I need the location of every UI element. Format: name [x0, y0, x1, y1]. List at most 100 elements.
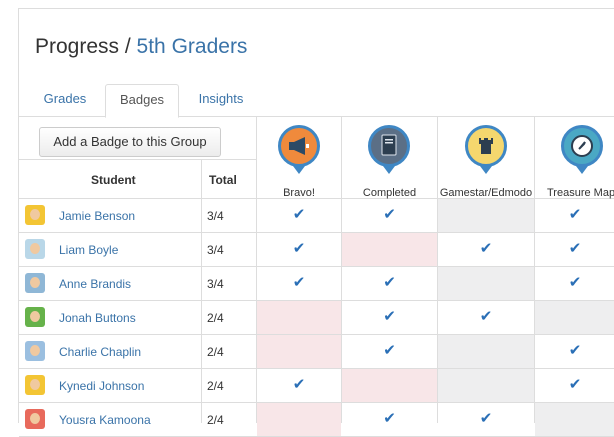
checkmark-icon: ✔ [383, 342, 396, 359]
badge-cell[interactable]: ✔ [438, 301, 534, 334]
student-total: 3/4 [207, 243, 224, 257]
divider [19, 159, 256, 160]
badge-cell[interactable]: ✔ [342, 267, 437, 300]
badge-cell[interactable]: ✔ [535, 369, 614, 402]
badge-cell[interactable]: ✔ [438, 233, 534, 266]
badge-cell[interactable]: ✔ [438, 403, 534, 436]
badge-name: Gamestar/Edmodo [439, 187, 533, 199]
tab-insights[interactable]: Insights [189, 84, 253, 116]
badge-cell[interactable]: ✔ [257, 267, 341, 300]
table-row: Anne Brandis 3/4 ✔ ✔ ✔ [19, 267, 614, 301]
checkmark-icon: ✔ [383, 410, 396, 427]
student-name-link[interactable]: Jamie Benson [59, 209, 135, 223]
page-title: Progress / 5th Graders [35, 35, 247, 59]
badge-column-gamestar[interactable]: Gamestar/Edmodo [438, 117, 534, 199]
avatar [25, 409, 45, 429]
checkmark-icon: ✔ [479, 240, 493, 257]
avatar-face [30, 277, 40, 288]
checkmark-icon: ✔ [479, 410, 493, 427]
badge-cell[interactable]: ✔ [535, 199, 614, 232]
student-total: 2/4 [207, 413, 224, 427]
checkmark-icon: ✔ [383, 274, 396, 291]
badge-column-treasure-map[interactable]: Treasure Map [535, 117, 614, 199]
badge-cell[interactable]: ✔ [342, 403, 437, 436]
avatar [25, 239, 45, 259]
badge-cell[interactable] [438, 369, 534, 402]
checkmark-icon: ✔ [568, 274, 582, 291]
badge-cell[interactable] [535, 301, 614, 334]
badge-cell[interactable]: ✔ [535, 267, 614, 300]
student-name-link[interactable]: Jonah Buttons [59, 311, 136, 325]
badge-cell[interactable] [257, 403, 341, 436]
badge-cell[interactable]: ✔ [535, 335, 614, 368]
pin-marker [293, 166, 305, 174]
badge-cell[interactable]: ✔ [257, 199, 341, 232]
checkmark-icon: ✔ [292, 274, 306, 291]
badge-cell[interactable]: ✔ [257, 369, 341, 402]
table-row: Liam Boyle 3/4 ✔ ✔ ✔ [19, 233, 614, 267]
badge-cell[interactable] [342, 233, 437, 266]
checkmark-icon: ✔ [568, 342, 582, 359]
tab-badges[interactable]: Badges [105, 84, 179, 118]
checkmark-icon: ✔ [292, 240, 306, 257]
badge-cell[interactable] [535, 403, 614, 436]
book-icon [368, 125, 410, 167]
avatar [25, 341, 45, 361]
avatar [25, 307, 45, 327]
tab-grades[interactable]: Grades [35, 84, 95, 116]
avatar-face [30, 243, 40, 254]
student-total: 3/4 [207, 277, 224, 291]
badges-panel: Progress / 5th Graders Grades Badges Ins… [18, 8, 614, 437]
badge-column-completed[interactable]: Completed [342, 117, 437, 199]
student-name-link[interactable]: Liam Boyle [59, 243, 118, 257]
checkmark-icon: ✔ [479, 308, 493, 325]
badge-cell[interactable] [342, 369, 437, 402]
student-total: 2/4 [207, 345, 224, 359]
checkmark-icon: ✔ [383, 308, 396, 325]
badge-cell[interactable] [257, 335, 341, 368]
checkmark-icon: ✔ [568, 206, 582, 223]
title-prefix: Progress / [35, 35, 137, 58]
table-row: Yousra Kamoona 2/4 ✔ ✔ [19, 403, 614, 437]
badge-name: Completed [362, 187, 417, 199]
avatar-face [30, 413, 40, 424]
badge-cell[interactable]: ✔ [342, 301, 437, 334]
castle-icon [465, 125, 507, 167]
badge-cell[interactable]: ✔ [342, 335, 437, 368]
pin-marker [383, 166, 395, 174]
table-row: Jamie Benson 3/4 ✔ ✔ ✔ [19, 199, 614, 233]
badge-cell[interactable] [257, 301, 341, 334]
add-badge-button[interactable]: Add a Badge to this Group [39, 127, 221, 157]
student-name-link[interactable]: Kynedi Johnson [59, 379, 144, 393]
avatar [25, 375, 45, 395]
student-total: 2/4 [207, 311, 224, 325]
group-name-link[interactable]: 5th Graders [137, 35, 248, 58]
student-name-link[interactable]: Charlie Chaplin [59, 345, 141, 359]
checkmark-icon: ✔ [383, 206, 396, 223]
student-total: 2/4 [207, 379, 224, 393]
pin-marker [576, 166, 588, 174]
badge-cell[interactable] [438, 199, 534, 232]
badge-name: Bravo! [283, 187, 315, 199]
checkmark-icon: ✔ [292, 376, 306, 393]
avatar-face [30, 209, 40, 220]
total-column-header: Total [209, 173, 237, 187]
badge-cell[interactable]: ✔ [342, 199, 437, 232]
table-row: Charlie Chaplin 2/4 ✔ ✔ [19, 335, 614, 369]
student-name-link[interactable]: Anne Brandis [59, 277, 131, 291]
badge-column-bravo[interactable]: Bravo! [257, 117, 341, 199]
student-total: 3/4 [207, 209, 224, 223]
badge-cell[interactable] [438, 267, 534, 300]
tab-bar: Grades Badges Insights [19, 84, 614, 118]
badge-cell[interactable]: ✔ [535, 233, 614, 266]
table-row: Jonah Buttons 2/4 ✔ ✔ [19, 301, 614, 335]
badge-cell[interactable]: ✔ [257, 233, 341, 266]
megaphone-icon [278, 125, 320, 167]
avatar [25, 205, 45, 225]
student-name-link[interactable]: Yousra Kamoona [59, 413, 151, 427]
badge-cell[interactable] [438, 335, 534, 368]
checkmark-icon: ✔ [568, 240, 582, 257]
badge-name: Treasure Map [547, 187, 614, 199]
compass-icon [561, 125, 603, 167]
avatar-face [30, 345, 40, 356]
